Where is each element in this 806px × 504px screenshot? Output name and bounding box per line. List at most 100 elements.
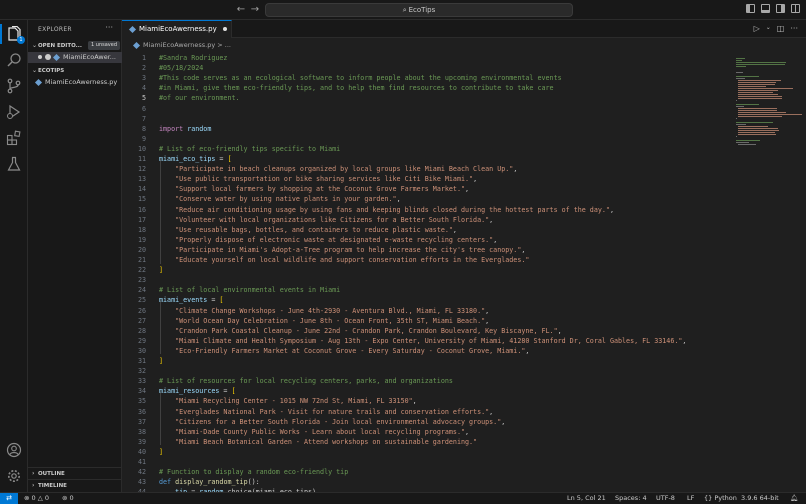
code-line[interactable]: 1 #Sandra Rodriguez — [122, 53, 732, 63]
code-line[interactable]: 41 — [122, 457, 732, 467]
indentation-setting[interactable]: Spaces: 4 — [615, 493, 647, 504]
account-icon[interactable] — [6, 442, 22, 458]
outline-section[interactable]: › OUTLINE — [28, 467, 122, 478]
code-line[interactable]: 36 "Everglades National Park - Visit for… — [122, 407, 732, 417]
code-line[interactable]: 24 # List of local environmental events i… — [122, 285, 732, 295]
code-line[interactable]: 38 "Miami-Dade County Public Works - Lea… — [122, 427, 732, 437]
code-line[interactable]: 28 "Crandon Park Coastal Cleanup - June … — [122, 326, 732, 336]
code-line[interactable]: 43 def display_random_tip(): — [122, 477, 732, 487]
more-actions-icon[interactable]: ··· — [790, 24, 798, 33]
code-line[interactable]: 4 #in Miami, give them eco-friendly tips,… — [122, 83, 732, 93]
breadcrumb[interactable]: MiamiEcoAwerness.py > ... — [122, 38, 806, 52]
ports-indicator[interactable]: ⊚ 0 — [62, 493, 74, 504]
line-number: 39 — [137, 437, 146, 446]
code-line[interactable]: 6 — [122, 104, 732, 114]
code-line[interactable]: 10 # List of eco-friendly tips specific t… — [122, 144, 732, 154]
forward-arrow-icon[interactable]: → — [248, 3, 262, 17]
code-editor[interactable]: 1 #Sandra Rodriguez 2 #05/18/2024 3 #This cod… — [122, 52, 732, 492]
code-line[interactable]: 39 "Miami Beach Botanical Garden - Atten… — [122, 437, 732, 447]
ports-count: 0 — [69, 494, 74, 502]
code-line[interactable]: 22] — [122, 265, 732, 275]
code-line[interactable]: 15 "Conserve water by using native plant… — [122, 194, 732, 204]
code-line[interactable]: 32 — [122, 366, 732, 376]
search-icon[interactable] — [6, 52, 22, 68]
code-line[interactable]: 37 "Citizens for a Better South Florida … — [122, 417, 732, 427]
code-line[interactable]: 19 "Properly dispose of electronic waste… — [122, 235, 732, 245]
code-line[interactable]: 17 "Volunteer with local organizations l… — [122, 215, 732, 225]
language-label: Python — [714, 494, 737, 502]
toggle-primary-sidebar-icon[interactable] — [746, 4, 755, 13]
minimap[interactable] — [732, 52, 806, 492]
code-line[interactable]: 29 "Miami Climate and Health Symposium -… — [122, 336, 732, 346]
code-line[interactable]: 33 # List of resources for local recyclin… — [122, 376, 732, 386]
timeline-section[interactable]: › TIMELINE — [28, 479, 122, 490]
code-text: "Miami-Dade County Public Works - Learn … — [175, 427, 470, 436]
testing-flask-icon[interactable] — [6, 156, 22, 172]
line-number: 36 — [137, 407, 146, 416]
code-line[interactable]: 26 "Climate Change Workshops - June 4th-… — [122, 306, 732, 316]
tab-miamiecoawerness[interactable]: MiamiEcoAwerness.py — [122, 20, 232, 38]
code-line[interactable]: 34 miami_resources = [ — [122, 386, 732, 396]
code-text: "Participate in beach cleanups organized… — [175, 165, 518, 174]
code-text: ] — [159, 357, 164, 365]
settings-gear-icon[interactable] — [6, 468, 22, 484]
run-dropdown-chevron-icon[interactable]: ⌄ — [766, 24, 771, 33]
code-line[interactable]: 5 #of our environment. — [122, 93, 732, 103]
line-number: 14 — [137, 185, 146, 194]
source-control-icon[interactable] — [6, 78, 22, 94]
remote-indicator-icon[interactable]: ⇄ — [0, 493, 18, 504]
notifications-bell-icon[interactable]: 🔔︎ — [790, 493, 798, 504]
open-editor-item[interactable]: MiamiEcoAwer... — [28, 52, 122, 63]
code-line[interactable]: 3 #This code serves as an ecological soft… — [122, 73, 732, 83]
minimap-line — [738, 98, 782, 99]
code-line[interactable]: 7 — [122, 114, 732, 124]
code-line[interactable]: 23 — [122, 275, 732, 285]
python-interpreter[interactable]: 3.9.6 64-bit — [741, 493, 779, 504]
close-editor-icon[interactable] — [45, 54, 51, 60]
extensions-icon[interactable] — [6, 130, 22, 146]
code-line[interactable]: 25 miami_events = [ — [122, 295, 732, 305]
command-center-search[interactable]: ⌕ EcoTips — [265, 3, 573, 17]
line-number: 30 — [137, 346, 146, 355]
code-line[interactable]: 11 miami_eco_tips = [ — [122, 154, 732, 164]
line-number: 43 — [137, 478, 146, 487]
problems-indicator[interactable]: ⊗ 0 △ 0 — [24, 493, 49, 504]
customize-layout-icon[interactable] — [791, 4, 800, 13]
unsaved-dot-icon[interactable] — [222, 27, 227, 31]
code-line[interactable]: 2 #05/18/2024 — [122, 63, 732, 73]
code-line[interactable]: 21 "Educate yourself on local wildlife a… — [122, 255, 732, 265]
toggle-panel-icon[interactable] — [761, 4, 770, 13]
code-line[interactable]: 18 "Use reusable bags, bottles, and cont… — [122, 225, 732, 235]
status-bar: ⇄ ⊗ 0 △ 0 ⊚ 0 Ln 5, Col 21 Spaces: 4 UTF… — [0, 492, 806, 504]
more-actions-icon[interactable]: ··· — [105, 23, 113, 32]
code-text: #Sandra Rodriguez — [159, 54, 228, 62]
encoding-setting[interactable]: UTF-8 — [656, 493, 675, 504]
toggle-secondary-sidebar-icon[interactable] — [776, 4, 785, 13]
run-python-file-icon[interactable]: ▷ — [754, 24, 760, 33]
code-text: "World Ocean Day Celebration - June 8th … — [175, 316, 490, 325]
split-editor-icon[interactable]: ◫ — [777, 24, 785, 33]
open-editors-section[interactable]: ⌄OPEN EDITO... 1 unsaved — [28, 40, 122, 51]
cursor-position[interactable]: Ln 5, Col 21 — [567, 493, 606, 504]
code-line[interactable]: 35 "Miami Recycling Center - 1015 NW 72n… — [122, 396, 732, 406]
code-line[interactable]: 12 "Participate in beach cleanups organi… — [122, 164, 732, 174]
file-tree-item[interactable]: MiamiEcoAwerness.py — [28, 77, 122, 88]
line-number: 12 — [137, 165, 146, 174]
folder-section[interactable]: ⌄ECOTIPS — [28, 65, 122, 76]
code-line[interactable]: 14 "Support local farmers by shopping at… — [122, 184, 732, 194]
code-line[interactable]: 16 "Reduce air conditioning usage by usi… — [122, 205, 732, 215]
run-debug-icon[interactable] — [6, 104, 22, 120]
explorer-icon[interactable]: 1 — [6, 25, 25, 44]
eol-setting[interactable]: LF — [687, 493, 694, 504]
code-line[interactable]: 31] — [122, 356, 732, 366]
back-arrow-icon[interactable]: ← — [234, 3, 248, 17]
code-line[interactable]: 42 # Function to display a random eco-fri… — [122, 467, 732, 477]
code-line[interactable]: 13 "Use public transportation or bike sh… — [122, 174, 732, 184]
code-line[interactable]: 27 "World Ocean Day Celebration - June 8… — [122, 316, 732, 326]
code-line[interactable]: 40] — [122, 447, 732, 457]
code-line[interactable]: 20 "Participate in Miami's Adopt-a-Tree … — [122, 245, 732, 255]
code-line[interactable]: 9 — [122, 134, 732, 144]
code-line[interactable]: 30 "Eco-Friendly Farmers Market at Cocon… — [122, 346, 732, 356]
language-mode[interactable]: {} Python — [704, 493, 737, 504]
code-line[interactable]: 8 import random — [122, 124, 732, 134]
